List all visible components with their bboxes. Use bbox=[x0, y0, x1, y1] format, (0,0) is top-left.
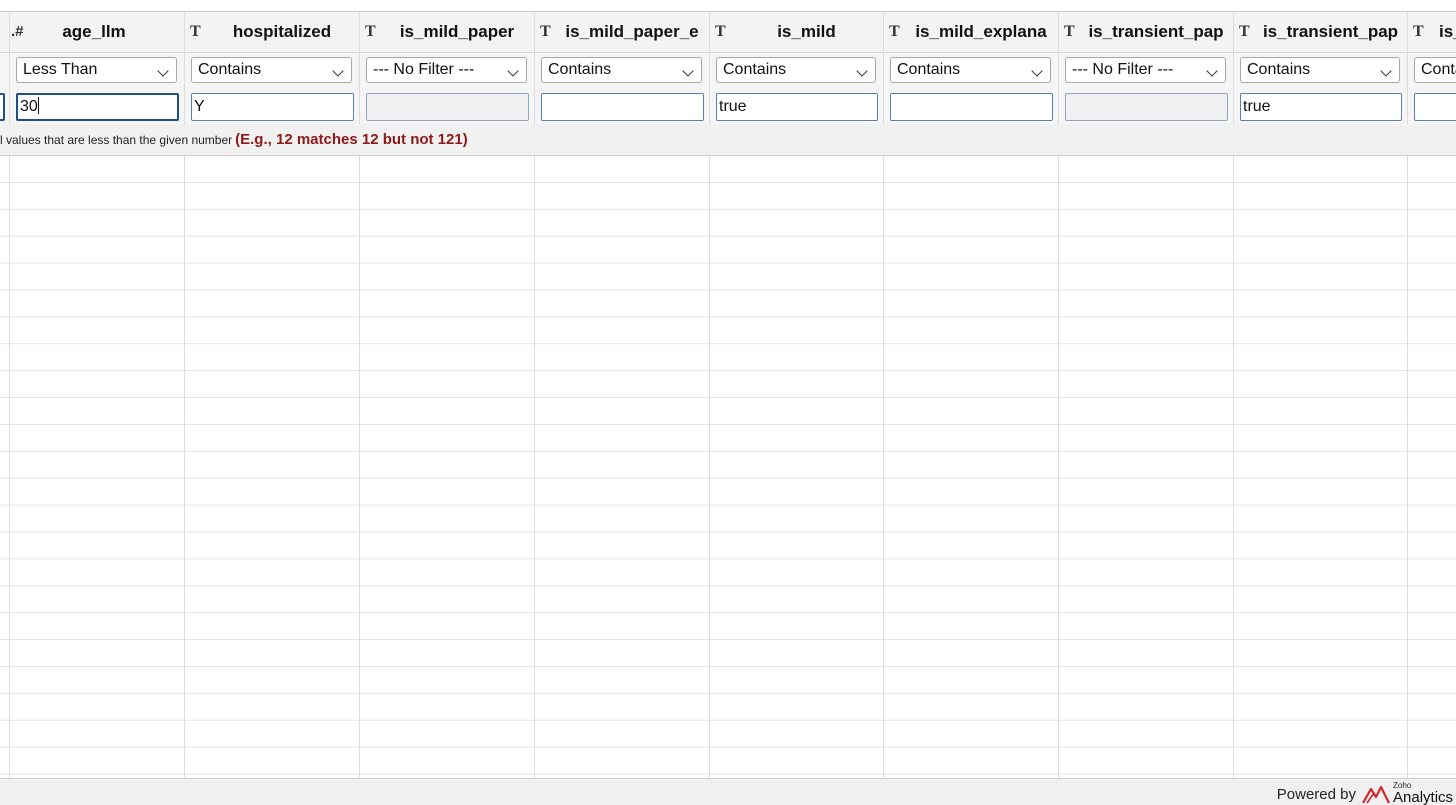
column-filter-input[interactable]: Y bbox=[191, 93, 354, 121]
footer-bar: Powered by Zoho Analytics bbox=[0, 778, 1456, 805]
column-header-hospitalized[interactable]: T hospitalized bbox=[185, 12, 359, 52]
filter-condition-value: Contains bbox=[723, 61, 787, 78]
column-header-label: hospitalized bbox=[232, 22, 332, 41]
text-type-icon: T bbox=[365, 23, 376, 40]
column-header-label: is_ bbox=[1439, 22, 1456, 41]
column-filter-input[interactable]: true bbox=[716, 93, 878, 121]
text-caret bbox=[37, 97, 39, 114]
filter-condition-select[interactable]: Contains bbox=[890, 57, 1051, 83]
chevron-down-icon bbox=[682, 65, 694, 77]
column-header[interactable]: # bbox=[0, 12, 9, 52]
filter-tip-bar: l values that are less than the given nu… bbox=[0, 124, 1456, 156]
column-header-label: is_transient_pap bbox=[1262, 22, 1399, 41]
filter-condition-value: Contains bbox=[1247, 61, 1311, 78]
text-type-icon: T bbox=[190, 23, 201, 40]
filter-condition-value: Less Than bbox=[23, 61, 98, 78]
column-filter-input[interactable] bbox=[0, 93, 5, 121]
zoho-analytics-logo-link[interactable]: Zoho Analytics bbox=[1362, 781, 1456, 805]
decimal-type-icon: .# bbox=[11, 23, 24, 40]
filter-condition-value: Contains bbox=[548, 61, 612, 78]
filter-condition-select[interactable]: Contains bbox=[191, 57, 352, 83]
column-filter-input[interactable]: 30 bbox=[16, 93, 179, 121]
filter-condition-value: --- No Filter --- bbox=[373, 61, 475, 78]
column-header-is-mild-explana[interactable]: T is_mild_explana bbox=[884, 12, 1058, 52]
filter-condition-select[interactable]: Less Than bbox=[16, 57, 177, 83]
filter-condition-select[interactable]: Contains bbox=[541, 57, 702, 83]
text-type-icon: T bbox=[1413, 23, 1424, 40]
filter-condition-select[interactable]: --- No Filter --- bbox=[1065, 57, 1226, 83]
filter-condition-select[interactable]: Contains bbox=[716, 57, 876, 83]
column-filter-input[interactable] bbox=[1414, 93, 1456, 121]
chevron-down-icon bbox=[1380, 65, 1392, 77]
column-header-is-mild-paper-e[interactable]: T is_mild_paper_e bbox=[535, 12, 709, 52]
chevron-down-icon bbox=[157, 65, 169, 77]
filter-tip-text: l values that are less than the given nu… bbox=[0, 133, 233, 147]
powered-by-text: Powered by bbox=[1276, 786, 1356, 803]
brand-name-text: Analytics bbox=[1393, 789, 1454, 805]
chevron-down-icon bbox=[507, 65, 519, 77]
text-type-icon: T bbox=[889, 23, 900, 40]
column-header-label: age_llm bbox=[62, 22, 126, 41]
column-header-label: is_transient_pap bbox=[1088, 22, 1224, 41]
text-type-icon: T bbox=[540, 23, 551, 40]
column-filter-input-disabled bbox=[1065, 93, 1228, 121]
text-type-icon: T bbox=[1064, 23, 1075, 40]
column-header-label: is_mild_explana bbox=[915, 22, 1047, 41]
filter-condition-value: Contains bbox=[198, 61, 262, 78]
column-header-is-transient-pap-2[interactable]: T is_transient_pap bbox=[1234, 12, 1407, 52]
column-header-is-transient-pap[interactable]: T is_transient_pap bbox=[1059, 12, 1233, 52]
column-header-is-mild[interactable]: T is_mild bbox=[710, 12, 883, 52]
chevron-down-icon bbox=[856, 65, 868, 77]
filter-input-value: true bbox=[1243, 98, 1271, 115]
filter-condition-select[interactable]: Contains bbox=[1240, 57, 1400, 83]
text-type-icon: T bbox=[1239, 23, 1250, 40]
filter-tip: l values that are less than the given nu… bbox=[0, 124, 468, 155]
column-header-age-llm[interactable]: .# age_llm bbox=[10, 12, 184, 52]
column-header-label: is_mild_paper_e bbox=[565, 22, 699, 41]
column-filter-input[interactable]: true bbox=[1240, 93, 1402, 121]
column-filter-input[interactable] bbox=[541, 93, 704, 121]
filter-condition-select[interactable]: Conta bbox=[1414, 57, 1456, 83]
report-grid: # .# age_llm Less Than 30 T hospitalized… bbox=[0, 0, 1456, 805]
column-header-label: is_mild_paper bbox=[399, 22, 515, 41]
filter-input-value: 30 bbox=[20, 98, 38, 115]
chevron-down-icon bbox=[1206, 65, 1218, 77]
filter-condition-select[interactable]: --- No Filter --- bbox=[366, 57, 527, 83]
filter-tip-example: (E.g., 12 matches 12 but not 121) bbox=[235, 131, 468, 148]
filter-condition-value: --- No Filter --- bbox=[1072, 61, 1174, 78]
filter-condition-value: Contains bbox=[897, 61, 961, 78]
text-type-icon: T bbox=[715, 23, 726, 40]
column-header-is-mild-paper[interactable]: T is_mild_paper bbox=[360, 12, 534, 52]
filter-input-value: true bbox=[719, 98, 747, 115]
zoho-analytics-logo-icon bbox=[1362, 785, 1390, 804]
column-header-label: is_mild bbox=[777, 22, 836, 41]
chevron-down-icon bbox=[1031, 65, 1043, 77]
column-header-partial[interactable]: T is_ bbox=[1408, 12, 1456, 52]
filter-input-value: Y bbox=[194, 98, 205, 115]
column-filter-input[interactable] bbox=[890, 93, 1053, 121]
column-filter-input-disabled bbox=[366, 93, 529, 121]
filter-condition-value: Conta bbox=[1421, 61, 1456, 78]
chevron-down-icon bbox=[332, 65, 344, 77]
